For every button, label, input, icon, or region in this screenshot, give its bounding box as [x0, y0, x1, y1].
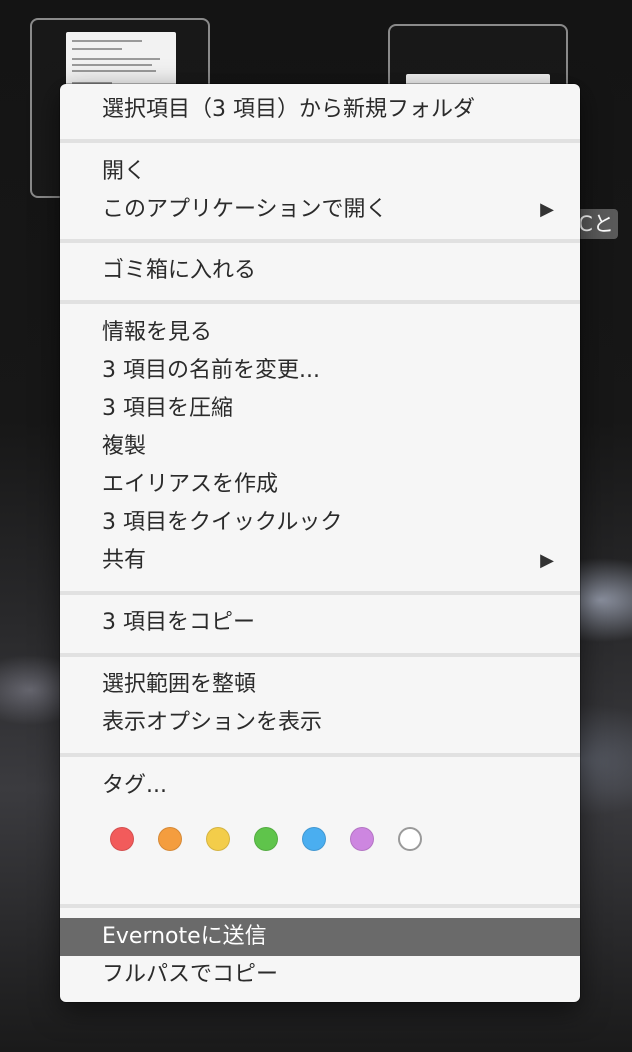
submenu-arrow-icon: ▶: [540, 199, 554, 220]
menu-item-new-folder[interactable]: 選択項目（3 項目）から新規フォルダ: [60, 91, 580, 129]
menu-separator: [60, 591, 580, 595]
menu-item-label: このアプリケーションで開く: [102, 197, 388, 222]
menu-item-label: 表示オプションを表示: [102, 710, 323, 735]
menu-separator: [60, 653, 580, 657]
menu-item-rename[interactable]: 3 項目の名前を変更...: [60, 352, 580, 390]
tag-orange-dot[interactable]: [158, 827, 182, 851]
menu-item-copy-path[interactable]: フルパスでコピー: [60, 956, 580, 994]
menu-item-label: 開く: [102, 159, 147, 184]
menu-item-share[interactable]: 共有 ▶: [60, 542, 580, 580]
menu-item-get-info[interactable]: 情報を見る: [60, 314, 580, 352]
menu-item-label: エイリアスを作成: [102, 472, 279, 497]
menu-item-open[interactable]: 開く: [60, 153, 580, 191]
desktop-label-badge: Cと: [574, 209, 618, 239]
menu-item-copy[interactable]: 3 項目をコピー: [60, 604, 580, 642]
menu-item-compress[interactable]: 3 項目を圧縮: [60, 390, 580, 428]
menu-item-label: 選択範囲を整頓: [102, 672, 257, 697]
menu-item-trash[interactable]: ゴミ箱に入れる: [60, 252, 580, 290]
menu-item-label: 共有: [102, 548, 147, 573]
menu-item-evernote[interactable]: Evernoteに送信: [60, 918, 580, 956]
menu-item-label: 3 項目の名前を変更...: [102, 358, 320, 383]
tag-red-dot[interactable]: [110, 827, 134, 851]
menu-item-view-options[interactable]: 表示オプションを表示: [60, 704, 580, 742]
tag-yellow-dot[interactable]: [206, 827, 230, 851]
menu-separator: [60, 753, 580, 757]
menu-item-label: 選択項目（3 項目）から新規フォルダ: [102, 97, 475, 122]
menu-item-label: 情報を見る: [102, 320, 213, 345]
tag-blue-dot[interactable]: [302, 827, 326, 851]
menu-item-label: 3 項目をコピー: [102, 610, 255, 635]
document-thumbnail: [66, 32, 176, 92]
menu-separator: [60, 239, 580, 243]
menu-item-open-with[interactable]: このアプリケーションで開く ▶: [60, 191, 580, 229]
tag-green-dot[interactable]: [254, 827, 278, 851]
menu-item-label: 複製: [102, 434, 147, 459]
menu-item-label: ゴミ箱に入れる: [102, 258, 257, 283]
menu-item-label: 3 項目を圧縮: [102, 396, 233, 421]
tag-gray-dot[interactable]: [398, 827, 422, 851]
menu-item-duplicate[interactable]: 複製: [60, 428, 580, 466]
menu-item-label: Evernoteに送信: [102, 924, 267, 949]
menu-separator: [60, 139, 580, 143]
menu-separator: [60, 904, 580, 908]
menu-item-label: フルパスでコピー: [102, 962, 279, 987]
tag-purple-dot[interactable]: [350, 827, 374, 851]
menu-item-quick-look[interactable]: 3 項目をクイックルック: [60, 504, 580, 542]
menu-separator: [60, 300, 580, 304]
menu-item-make-alias[interactable]: エイリアスを作成: [60, 466, 580, 504]
menu-item-label: 3 項目をクイックルック: [102, 510, 343, 535]
context-menu: 選択項目（3 項目）から新規フォルダ 開く このアプリケーションで開く ▶ ゴミ…: [60, 84, 580, 1002]
menu-item-clean-up[interactable]: 選択範囲を整頓: [60, 666, 580, 704]
submenu-arrow-icon: ▶: [540, 550, 554, 571]
menu-item-label: タグ...: [102, 773, 167, 798]
menu-item-tags[interactable]: タグ...: [60, 767, 580, 805]
